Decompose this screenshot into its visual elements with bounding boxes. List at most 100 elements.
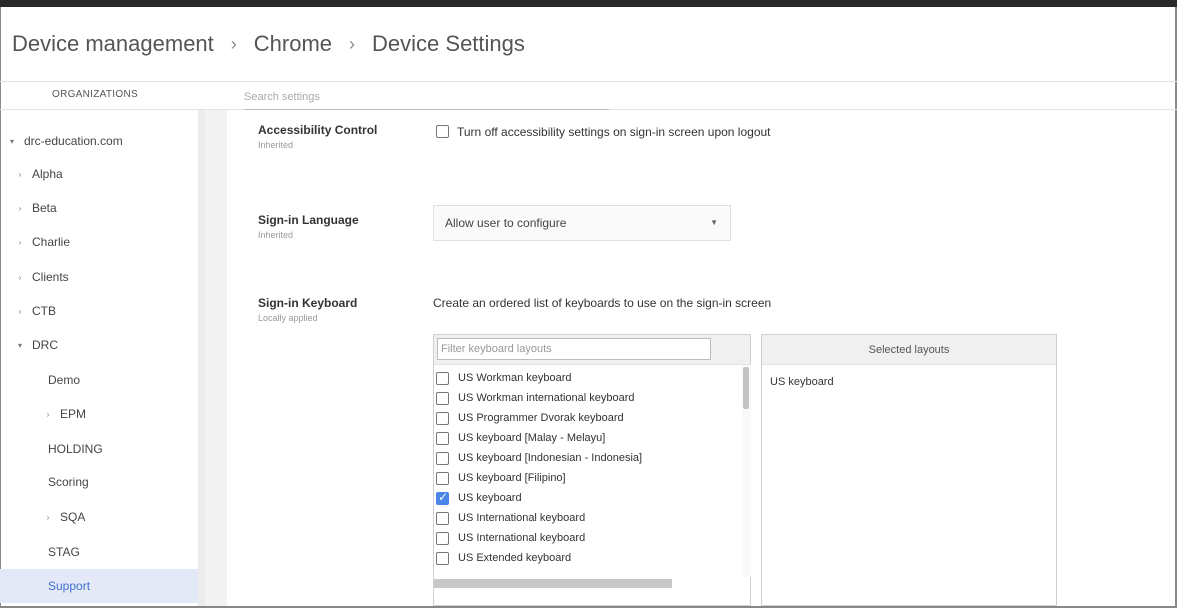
keyboard-layout-label: US International keyboard [458,532,586,544]
sign-in-keyboard-status: Locally applied [258,313,318,323]
keyboard-layout-item[interactable]: US Extended keyboard [434,549,744,569]
keyboard-layout-item[interactable]: US keyboard [Filipino] [434,469,744,489]
sidebar-item-label: SQA [60,510,86,524]
caret-down-icon[interactable]: ▾ [14,341,26,350]
sidebar-item-beta[interactable]: › Beta [0,191,198,225]
caret-right-icon[interactable]: › [14,273,26,282]
sidebar-scrollbar-track[interactable] [198,110,205,606]
accessibility-checkbox-label: Turn off accessibility settings on sign-… [457,125,771,139]
keyboard-list-horizontal-scrollbar[interactable] [434,579,672,588]
sidebar-item-drc-education-com[interactable]: ▾ drc-education.com [0,124,198,158]
keyboard-layout-item[interactable]: US Programmer Dvorak keyboard [434,409,744,429]
keyboard-layout-checkbox[interactable] [436,392,449,405]
filter-keyboard-input[interactable] [437,338,711,360]
sidebar-item-scoring[interactable]: Scoring [0,465,198,499]
keyboard-layout-item[interactable]: US Workman keyboard [434,369,744,389]
accessibility-control-status: Inherited [258,140,294,150]
keyboard-layout-item[interactable]: US keyboard [Malay - Melayu] [434,429,744,449]
caret-right-icon[interactable]: › [42,513,54,522]
sidebar-item-label: CTB [32,304,56,318]
content-gutter [205,110,227,606]
subheader: ORGANIZATIONS [0,82,1177,110]
keyboard-layout-label: US keyboard [Indonesian - Indonesia] [458,452,643,464]
sidebar-item-epm[interactable]: › EPM [0,397,198,431]
keyboard-layout-checkbox[interactable] [436,552,449,565]
caret-right-icon[interactable]: › [14,307,26,316]
keyboard-layout-label: US Extended keyboard [458,552,572,564]
selected-layouts-panel: Selected layouts US keyboard [761,334,1057,606]
sidebar-item-stag[interactable]: STAG [0,535,198,569]
sidebar-item-holding[interactable]: HOLDING [0,432,198,466]
org-sidebar: ▾ drc-education.com › Alpha › Beta › Charlie › Cl… [0,110,205,606]
sidebar-item-label: Clients [32,270,69,284]
sidebar-item-sqa[interactable]: › SQA [0,500,198,534]
keyboard-layout-checkbox[interactable] [436,432,449,445]
accessibility-control-title: Accessibility Control [258,123,378,137]
keyboard-layout-checkbox[interactable] [436,372,449,385]
sidebar-item-label: Beta [32,201,57,215]
sidebar-item-label: Alpha [32,167,63,181]
keyboard-layout-label: US International keyboard [458,512,586,524]
search-input[interactable] [244,82,609,109]
breadcrumb-device-management[interactable]: Device management [12,31,214,57]
sidebar-item-label: Support [48,579,91,593]
dropdown-arrow-icon: ▼ [710,218,718,227]
search-box [244,82,609,110]
sign-in-language-select[interactable]: Allow user to configure ▼ [433,205,731,241]
keyboard-layout-checkbox[interactable] [436,490,449,505]
keyboard-list-scrollbar-thumb[interactable] [743,367,749,409]
selected-layouts-header: Selected layouts [762,335,1056,365]
sign-in-language-value: Allow user to configure [445,216,567,230]
keyboard-layout-item[interactable]: US International keyboard [434,509,744,529]
keyboard-layout-label: US Workman keyboard [458,372,572,384]
keyboard-layout-label: US Workman international keyboard [458,392,635,404]
caret-right-icon[interactable]: › [42,410,54,419]
caret-right-icon[interactable]: › [14,204,26,213]
keyboard-layout-label: US Programmer Dvorak keyboard [458,412,624,424]
breadcrumb-device-settings: Device Settings [372,31,525,56]
keyboard-layout-item[interactable]: US Workman international keyboard [434,389,744,409]
keyboard-layout-item[interactable]: US International keyboard [434,529,744,549]
keyboard-layout-checkbox[interactable] [436,532,449,545]
sidebar-item-drc[interactable]: ▾ DRC [0,328,198,362]
sidebar-item-label: STAG [48,545,80,559]
keyboard-layout-checkbox[interactable] [436,412,449,425]
keyboard-layout-checkbox[interactable] [436,512,449,525]
sidebar-item-demo[interactable]: Demo [0,363,198,397]
sign-in-language-status: Inherited [258,230,294,240]
sidebar-item-label: drc-education.com [24,134,123,148]
keyboard-layout-checkbox[interactable] [436,472,449,485]
caret-right-icon[interactable]: › [14,238,26,247]
sidebar-item-label: HOLDING [48,442,103,456]
sidebar-item-alpha[interactable]: › Alpha [0,157,198,191]
breadcrumb-separator-icon: › [230,33,237,54]
breadcrumb-separator-icon: › [349,33,356,54]
caret-down-icon[interactable]: ▾ [6,137,18,146]
organizations-title: ORGANIZATIONS [52,89,138,100]
sidebar-item-support[interactable]: Support [0,569,198,603]
sign-in-language-title: Sign-in Language [258,213,359,227]
caret-right-icon[interactable]: › [14,170,26,179]
keyboard-layout-checkbox[interactable] [436,452,449,465]
keyboard-layouts-panel: US Workman keyboard US Workman internatio… [433,334,751,606]
sidebar-item-charlie[interactable]: › Charlie [0,225,198,259]
sidebar-item-label: Demo [48,373,81,387]
selected-layout-item[interactable]: US keyboard [770,376,834,388]
sidebar-item-label: EPM [60,407,87,421]
keyboard-layout-item[interactable]: US keyboard [Indonesian - Indonesia] [434,449,744,469]
keyboard-layout-item[interactable]: US keyboard [434,489,744,509]
accessibility-checkbox[interactable] [436,125,449,138]
sign-in-keyboard-description: Create an ordered list of keyboards to u… [433,296,772,310]
breadcrumb-chrome[interactable]: Chrome [254,31,332,57]
header: Device management › Chrome › Device Sett… [0,7,1177,82]
sidebar-item-clients[interactable]: › Clients [0,260,198,294]
keyboard-layout-label: US keyboard [Filipino] [458,472,566,484]
sidebar-item-ctb[interactable]: › CTB [0,294,198,328]
sign-in-keyboard-title: Sign-in Keyboard [258,296,358,310]
top-border [0,0,1177,7]
keyboard-layout-label: US keyboard [458,492,522,504]
sidebar-item-label: DRC [32,338,58,352]
sidebar-item-label: Scoring [48,475,89,489]
sidebar-item-label: Charlie [32,235,71,249]
keyboard-layout-label: US keyboard [Malay - Melayu] [458,432,606,444]
